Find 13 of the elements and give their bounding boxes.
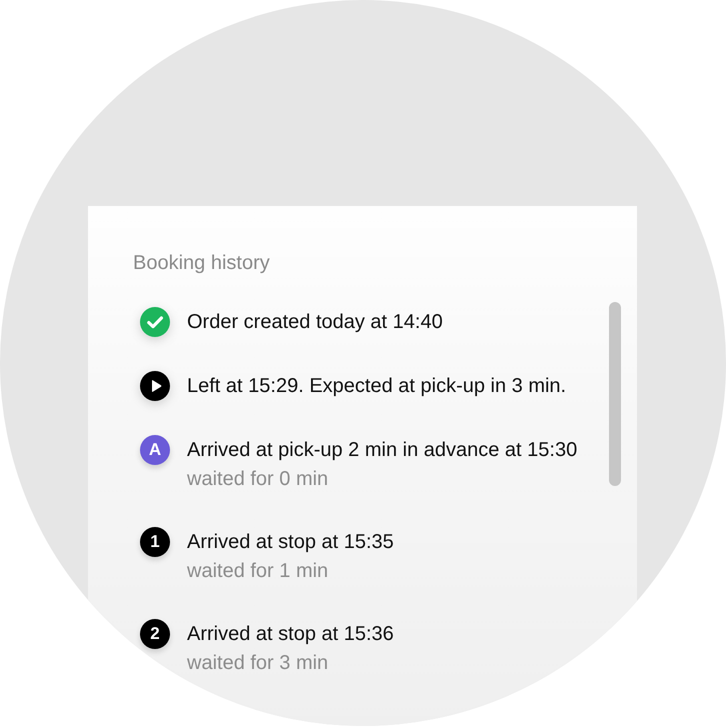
- scrollbar-thumb[interactable]: [609, 302, 621, 486]
- event-text: Order created today at 14:40: [187, 310, 443, 335]
- event-text: Left at 15:29. Expected at pick-up in 3 min.: [187, 374, 566, 399]
- event-text: Arrived at stop at 15:35: [187, 530, 394, 555]
- wait-time-text: waited for 0 min: [187, 467, 328, 492]
- section-title: Booking history: [133, 251, 270, 276]
- waypoint-marker: A: [140, 435, 170, 465]
- wait-time-text: waited for 1 min: [187, 559, 328, 584]
- event-text: Arrived at stop at 15:36: [187, 622, 394, 647]
- wait-time-text: waited for 3 min: [187, 651, 328, 676]
- waypoint-marker: 1: [140, 527, 170, 557]
- waypoint-marker: 2: [140, 619, 170, 649]
- event-text: Arrived at pick-up 2 min in advance at 15:30: [187, 438, 578, 463]
